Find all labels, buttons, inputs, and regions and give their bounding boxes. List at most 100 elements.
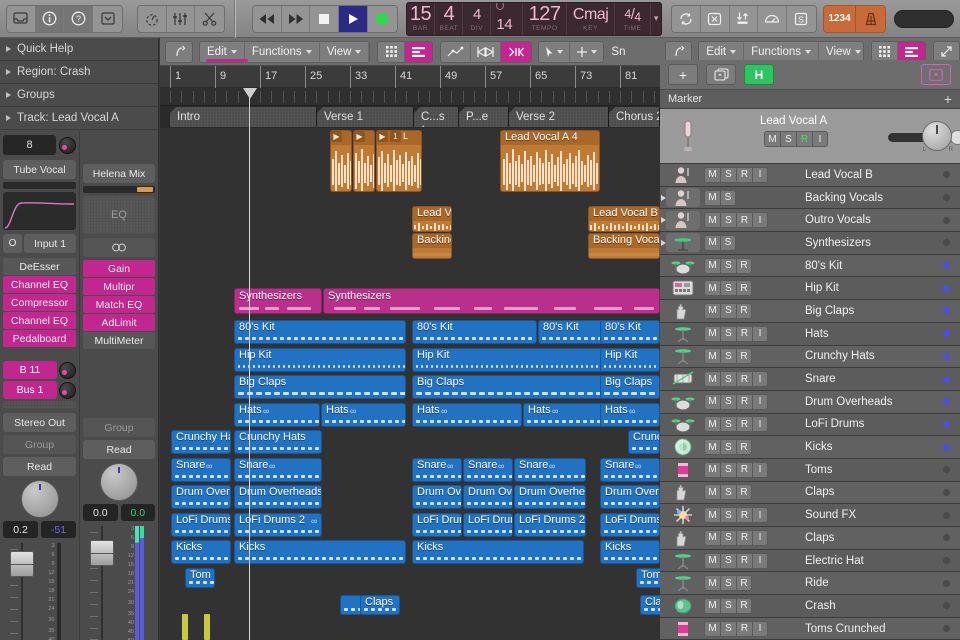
track-row[interactable]: MSRIClaps (660, 527, 960, 550)
midi-region[interactable]: Hats∞ (321, 403, 406, 427)
midi-region[interactable]: LoFi Drums 2∞ (234, 513, 322, 537)
send-label[interactable]: B 11 (3, 361, 57, 379)
track-row[interactable]: MSRClaps (660, 482, 960, 505)
track-row[interactable]: MSRCrunchy Hats (660, 346, 960, 369)
solo-button[interactable]: S (720, 303, 736, 319)
input-monitor-button[interactable]: I (752, 507, 768, 523)
mute-button[interactable]: M (704, 439, 720, 455)
cycle-marker[interactable] (182, 614, 188, 640)
grid-icon[interactable] (378, 41, 405, 63)
lcd-tick[interactable]: 14 TICK (491, 3, 523, 35)
lcd-key[interactable]: Cmaj KEY (567, 3, 615, 35)
mute-button[interactable]: M (704, 326, 720, 342)
solo-button[interactable]: S (720, 190, 736, 206)
midi-region[interactable]: Crunchy Hats (234, 430, 322, 454)
record-enable-button[interactable]: R (736, 326, 752, 342)
midi-region[interactable]: LoFi Drums 2∞ (463, 513, 513, 537)
solo-button[interactable]: S (720, 371, 736, 387)
audio-region[interactable]: ▶ (330, 130, 352, 192)
input-monitor-button[interactable]: I (752, 212, 768, 228)
record-enable-button[interactable]: R (736, 439, 752, 455)
plugin-slot[interactable]: Gain (83, 260, 155, 277)
track-color-dot[interactable] (943, 239, 950, 246)
speedometer-icon[interactable] (758, 6, 787, 32)
automation-mode-button[interactable]: Read (83, 440, 155, 459)
inspector-row-region[interactable]: Region: Crash (0, 61, 158, 84)
track-color-dot[interactable] (943, 421, 950, 428)
midi-region[interactable]: Hats∞ (600, 403, 660, 427)
beat-strip[interactable] (160, 88, 660, 106)
help-icon[interactable]: ? (64, 6, 93, 32)
audio-region[interactable]: Backing Vocals (588, 233, 660, 259)
track-row[interactable]: MSRILead Vocal B (660, 164, 960, 187)
toolbar-tuner-slot[interactable] (894, 10, 954, 28)
marker-prechorus[interactable]: P...e (459, 107, 509, 127)
solo-button[interactable]: S (720, 416, 736, 432)
track-row[interactable]: MSRIHats (660, 323, 960, 346)
plugin-slot[interactable]: Multipr (83, 278, 155, 295)
record-enable-button[interactable]: R (736, 212, 752, 228)
playhead-handle[interactable] (243, 88, 257, 99)
menu-view[interactable]: View (320, 41, 370, 63)
midi-region[interactable]: Drum Overheads (171, 485, 231, 509)
hide-tracks-button[interactable]: H (744, 64, 774, 85)
track-color-dot[interactable] (943, 512, 950, 519)
input-monitor-button[interactable]: I (812, 131, 828, 147)
midi-region[interactable]: Snare∞ (234, 458, 322, 482)
automation-mode-button[interactable]: Read (3, 457, 76, 476)
track-color-dot[interactable] (943, 307, 950, 314)
download-upload-icon[interactable] (730, 6, 759, 32)
add-track-button[interactable]: + (668, 64, 698, 85)
synth-region[interactable]: Synthesizers (323, 288, 660, 314)
input-monitor-button[interactable]: I (752, 394, 768, 410)
lcd-time-signature[interactable]: 4/4 TIME (615, 3, 651, 35)
midi-region[interactable]: 80's Kit (600, 320, 660, 344)
track-row[interactable]: MSRISound FX (660, 504, 960, 527)
midi-region[interactable]: Claps (640, 595, 660, 615)
flex-icon[interactable] (471, 41, 501, 63)
record-enable-button[interactable]: R (736, 553, 752, 569)
track-color-dot[interactable] (943, 398, 950, 405)
mute-button[interactable]: M (704, 553, 720, 569)
midi-region[interactable]: Drum Overheads (234, 485, 322, 509)
inbox-icon[interactable] (93, 6, 122, 32)
synth-region[interactable]: Synthesizers (234, 288, 322, 314)
mute-button[interactable]: M (704, 280, 720, 296)
solo-button[interactable]: S (720, 484, 736, 500)
list-icon[interactable] (405, 41, 432, 63)
solo-button[interactable]: S (720, 212, 736, 228)
midi-region[interactable]: Snare∞ (463, 458, 513, 482)
track-row[interactable]: MSBacking Vocals (660, 187, 960, 210)
channel-preset-button[interactable]: Tube Vocal (3, 160, 76, 179)
midi-region[interactable]: Crunchy Hats (628, 430, 660, 454)
count-in-button[interactable]: 1234 (824, 6, 857, 32)
record-enable-button[interactable]: R (736, 575, 752, 591)
pointer-tool[interactable] (539, 41, 570, 63)
mixer-sliders-icon[interactable] (167, 6, 196, 32)
marker-verse-1[interactable]: Verse 1 (317, 107, 414, 127)
track-row[interactable]: MSRIElectric Hat (660, 550, 960, 573)
undo-arrow-icon[interactable] (165, 41, 193, 63)
solo-button[interactable]: S (720, 235, 736, 251)
track-row[interactable]: MSRRide (660, 572, 960, 595)
plugin-slot[interactable]: Channel EQ (3, 312, 76, 329)
marker-verse-2[interactable]: Verse 2 (509, 107, 609, 127)
fader-handle[interactable] (90, 540, 114, 566)
pan-knob[interactable] (100, 463, 138, 501)
plugin-slot[interactable]: MultiMeter (83, 332, 155, 349)
inspector-row-track[interactable]: Track: Lead Vocal A (0, 107, 158, 130)
track-row[interactable]: MSRISnare (660, 368, 960, 391)
rewind-icon[interactable] (253, 6, 282, 32)
midi-region[interactable]: 80's Kit (412, 320, 537, 344)
track-color-dot[interactable] (943, 285, 950, 292)
mute-button[interactable]: M (704, 258, 720, 274)
record-enable-button[interactable]: R (736, 348, 752, 364)
track-color-dot[interactable] (943, 625, 950, 632)
solo-button[interactable]: S (720, 258, 736, 274)
lcd-beat[interactable]: 4 BEAT (435, 3, 463, 35)
solo-button[interactable]: S (720, 621, 736, 637)
play-icon[interactable] (339, 6, 368, 32)
mute-button[interactable]: M (704, 484, 720, 500)
track-row[interactable]: MSR80's Kit (660, 255, 960, 278)
record-enable-button[interactable]: R (736, 280, 752, 296)
